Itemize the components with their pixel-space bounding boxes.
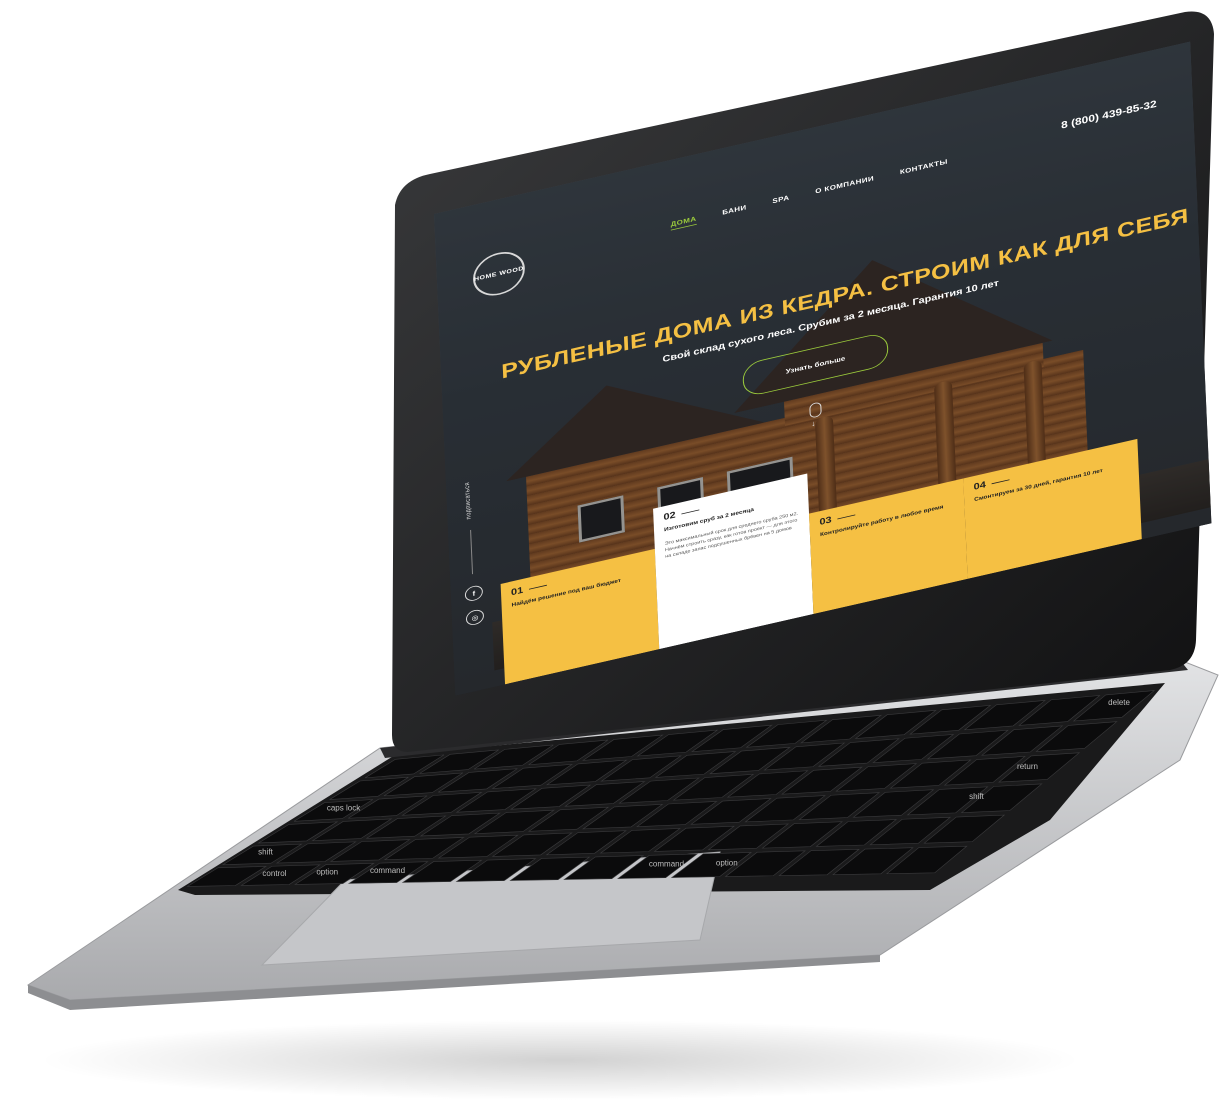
- keyboard-key-label: command: [370, 866, 405, 875]
- keyboard-key-label: return: [1017, 762, 1038, 771]
- drop-shadow: [40, 1020, 1080, 1100]
- keyboard-key-label: shift: [258, 847, 273, 856]
- keyboard-key-label: option: [716, 858, 738, 867]
- keyboard-key-label: command: [649, 860, 684, 869]
- arrow-down-icon: ↓: [810, 418, 816, 429]
- keyboard-key-label: caps lock: [327, 803, 361, 812]
- keyboard-key-label: shift: [969, 792, 984, 801]
- keyboard-key-label: option: [316, 868, 338, 877]
- logo-text: HOME WOOD: [473, 265, 524, 283]
- keyboard-key-label: delete: [1108, 698, 1130, 707]
- feature-text: Это максимальный срок для среднего сруба…: [664, 511, 799, 560]
- keyboard-key-label: control: [262, 869, 286, 878]
